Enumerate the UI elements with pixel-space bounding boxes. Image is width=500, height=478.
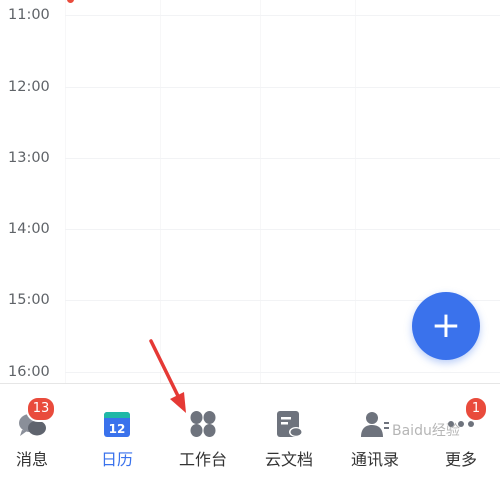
tab-calendar[interactable]: 12 日历 [75, 384, 159, 478]
hour-row-16: 16:00 [0, 362, 500, 382]
day-column-divider [260, 0, 261, 383]
tab-workbench[interactable]: 工作台 [161, 384, 245, 478]
tab-label: 云文档 [264, 450, 313, 469]
hour-gridline [65, 229, 500, 230]
calendar-date-number: 12 [109, 422, 126, 436]
day-column-divider [160, 0, 161, 383]
baidu-watermark: Baidu经验 [392, 423, 460, 439]
tab-cloud-docs[interactable]: 云文档 [247, 384, 331, 478]
unread-badge: 13 [26, 396, 56, 422]
hour-gridline [65, 87, 500, 88]
workbench-grid-icon [190, 411, 216, 437]
hour-label: 13:00 [8, 150, 50, 166]
hour-row-13: 13:00 [0, 148, 500, 168]
day-column-divider [65, 0, 66, 383]
current-time-dot [67, 0, 74, 3]
hour-row-14: 14:00 [0, 219, 500, 239]
hour-label: 16:00 [8, 364, 50, 380]
add-event-button[interactable]: + [412, 292, 480, 360]
tab-label: 日历 [100, 450, 133, 469]
cloud-doc-icon [277, 411, 303, 437]
day-column-divider [355, 0, 356, 383]
hour-gridline [65, 372, 500, 373]
tab-messages[interactable]: 13 消息 [0, 384, 74, 478]
tab-label: 消息 [15, 450, 48, 469]
notification-badge: 1 [464, 396, 488, 422]
tab-label: 通讯录 [350, 450, 399, 469]
plus-icon: + [430, 305, 462, 346]
calendar-icon: 12 [104, 412, 130, 437]
hour-label: 15:00 [8, 292, 50, 308]
hour-gridline [65, 158, 500, 159]
hour-row-11: 11:00 [0, 5, 500, 25]
contacts-icon [361, 412, 389, 437]
hour-label: 11:00 [8, 7, 50, 23]
hour-row-12: 12:00 [0, 77, 500, 97]
hour-label: 14:00 [8, 221, 50, 237]
tab-label: 工作台 [178, 450, 227, 469]
hour-label: 12:00 [8, 79, 50, 95]
tab-label: 更多 [444, 450, 477, 469]
hour-gridline [65, 15, 500, 16]
